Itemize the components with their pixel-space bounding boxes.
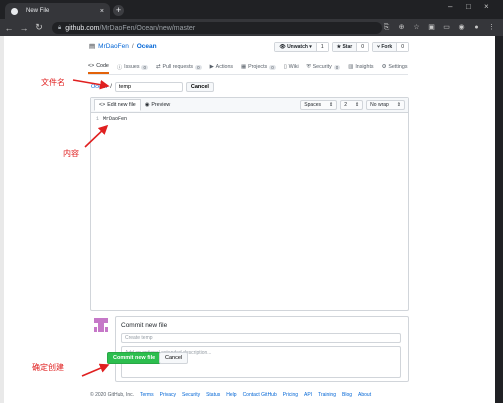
arrow-to-commit [81,363,110,377]
arrow-to-content [84,124,109,148]
arrow-to-filename [72,79,110,90]
annotation-arrows [72,79,110,377]
